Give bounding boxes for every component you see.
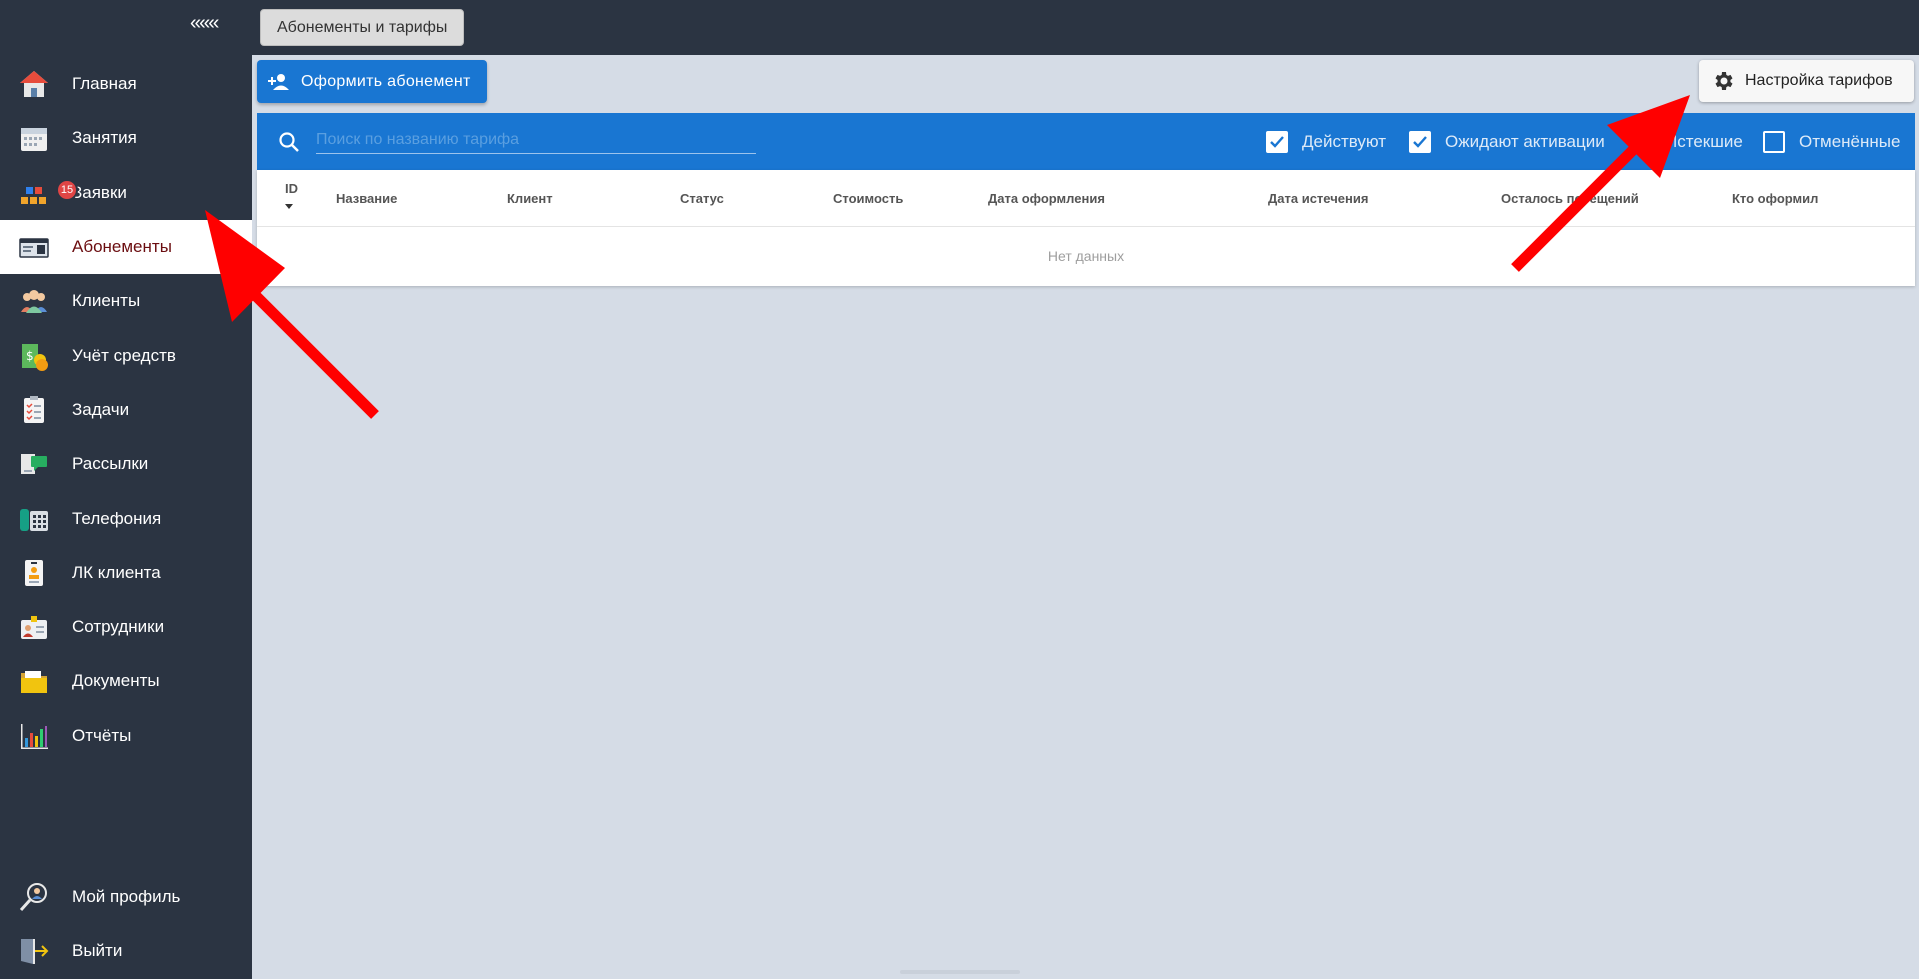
sidebar-item-staff[interactable]: Сотрудники xyxy=(0,600,252,654)
column-header-expiry-date[interactable]: Дата истечения xyxy=(1268,191,1368,206)
sidebar-collapse-button[interactable]: ««« xyxy=(190,12,219,35)
filter-active-checkbox[interactable]: Действуют xyxy=(1266,131,1386,153)
new-subscription-label: Оформить абонемент xyxy=(301,72,471,90)
column-header-issue-date[interactable]: Дата оформления xyxy=(988,191,1105,206)
sidebar-item-tasks[interactable]: Задачи xyxy=(0,383,252,437)
sidebar-item-label: Задачи xyxy=(72,399,130,419)
add-user-icon xyxy=(267,70,291,94)
filter-pending-label: Ожидают активации xyxy=(1445,132,1605,151)
checkbox-checked-icon xyxy=(1409,131,1431,153)
requests-count-badge: 15 xyxy=(56,178,78,201)
sidebar-item-label: Мой профиль xyxy=(72,887,181,907)
tariff-settings-button[interactable]: Настройка тарифов xyxy=(1699,60,1914,102)
sidebar-item-documents[interactable]: Документы xyxy=(0,654,252,708)
column-header-issued-by[interactable]: Кто оформил xyxy=(1732,191,1818,206)
sidebar-item-label: ЛК клиента xyxy=(72,562,161,582)
sidebar-item-logout[interactable]: Выйти xyxy=(0,924,252,978)
sidebar-item-home[interactable]: Главная xyxy=(0,57,252,111)
mailing-icon xyxy=(18,448,50,480)
svg-text:$: $ xyxy=(26,349,34,363)
sidebar-item-requests[interactable]: 15 Заявки xyxy=(0,166,252,220)
sidebar: ««« Главная Занятия 15 Заявки Абонементы… xyxy=(0,0,252,979)
sort-desc-icon xyxy=(285,204,293,209)
sidebar-item-reports[interactable]: Отчёты xyxy=(0,709,252,763)
logout-icon xyxy=(18,935,50,967)
sidebar-item-label: Главная xyxy=(72,74,137,94)
money-icon: $ xyxy=(18,340,50,372)
sidebar-item-finances[interactable]: $ Учёт средств xyxy=(0,328,252,382)
sidebar-item-label: Отчёты xyxy=(72,725,132,745)
table-header: ID Название Клиент Статус Стоимость Дата… xyxy=(257,170,1915,227)
table-empty-message: Нет данных xyxy=(1047,248,1125,264)
sidebar-item-label: Абонементы xyxy=(72,237,172,257)
filter-expired-checkbox[interactable]: Истекшие xyxy=(1629,131,1743,153)
scroll-indicator xyxy=(900,970,1020,974)
sidebar-item-mailings[interactable]: Рассылки xyxy=(0,437,252,491)
sidebar-item-lessons[interactable]: Занятия xyxy=(0,111,252,165)
sidebar-item-profile[interactable]: Мой профиль xyxy=(0,870,252,924)
tariff-search-input[interactable] xyxy=(316,126,756,154)
sidebar-nav: Главная Занятия 15 Заявки Абонементы Кли… xyxy=(0,57,252,763)
home-icon xyxy=(18,68,50,100)
column-header-status[interactable]: Статус xyxy=(680,191,724,206)
search-icon xyxy=(277,130,301,159)
phone-icon xyxy=(18,503,50,535)
sidebar-item-telephony[interactable]: Телефония xyxy=(0,491,252,545)
client-account-icon xyxy=(18,557,50,589)
sidebar-item-label: Клиенты xyxy=(72,291,141,311)
filter-expired-label: Истекшие xyxy=(1665,132,1743,151)
column-header-client[interactable]: Клиент xyxy=(507,191,553,206)
calendar-icon xyxy=(18,122,50,154)
sidebar-item-label: Заявки xyxy=(72,182,127,202)
staff-icon xyxy=(18,611,50,643)
column-header-id[interactable]: ID xyxy=(285,181,298,196)
filter-pending-checkbox[interactable]: Ожидают активации xyxy=(1409,131,1605,153)
filter-active-label: Действуют xyxy=(1302,132,1387,151)
profile-icon xyxy=(18,881,50,913)
sidebar-item-subscriptions[interactable]: Абонементы xyxy=(0,219,252,275)
documents-icon xyxy=(18,665,50,697)
filter-cancelled-label: Отменённые xyxy=(1799,132,1901,151)
clients-icon xyxy=(18,285,50,317)
subscriptions-table: ID Название Клиент Статус Стоимость Дата… xyxy=(257,170,1915,286)
sidebar-item-label: Рассылки xyxy=(72,454,149,474)
filter-cancelled-checkbox[interactable]: Отменённые xyxy=(1763,131,1900,153)
sidebar-item-label: Телефония xyxy=(72,508,162,528)
column-header-name[interactable]: Название xyxy=(336,191,397,206)
reports-icon xyxy=(18,720,50,752)
sidebar-item-label: Выйти xyxy=(72,941,123,961)
gear-icon xyxy=(1711,69,1735,93)
checkbox-unchecked-icon xyxy=(1763,131,1785,153)
tasks-icon xyxy=(18,394,50,426)
sidebar-bottom-nav: Мой профиль Выйти xyxy=(0,870,252,979)
checkbox-checked-icon xyxy=(1266,131,1288,153)
tab-subscriptions-and-tariffs[interactable]: Абонементы и тарифы xyxy=(260,9,465,46)
new-subscription-button[interactable]: Оформить абонемент xyxy=(257,60,487,103)
checkbox-unchecked-icon xyxy=(1629,131,1651,153)
sidebar-item-label: Документы xyxy=(72,671,160,691)
requests-icon: 15 xyxy=(18,177,78,209)
column-header-cost[interactable]: Стоимость xyxy=(833,191,903,206)
subscriptions-icon xyxy=(18,231,50,263)
column-header-visits-left[interactable]: Осталось посещений xyxy=(1501,191,1639,206)
sidebar-item-label: Сотрудники xyxy=(72,617,165,637)
sidebar-item-clients[interactable]: Клиенты xyxy=(0,274,252,328)
top-bar: Абонементы и тарифы xyxy=(252,0,1919,55)
tariff-settings-label: Настройка тарифов xyxy=(1745,72,1893,89)
sidebar-item-label: Занятия xyxy=(72,128,137,148)
sidebar-item-label: Учёт средств xyxy=(72,345,176,365)
filter-bar: Действуют Ожидают активации Истекшие Отм… xyxy=(257,113,1915,170)
sidebar-item-client-account[interactable]: ЛК клиента xyxy=(0,546,252,600)
